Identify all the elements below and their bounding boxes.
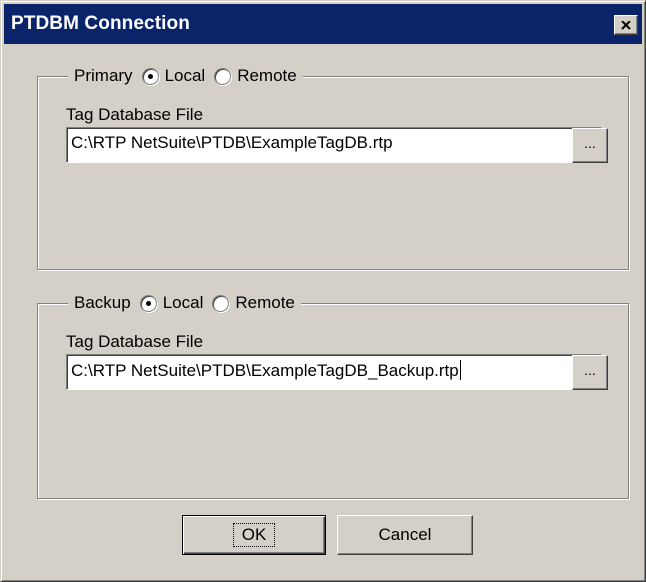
backup-file-input[interactable]: C:\RTP NetSuite\PTDB\ExampleTagDB_Backup…: [66, 354, 602, 390]
backup-browse-button[interactable]: ...: [572, 355, 608, 390]
cancel-button-label: Cancel: [378, 525, 432, 544]
backup-file-label: Tag Database File: [66, 332, 204, 351]
backup-legend: Backup Local Remote: [68, 292, 301, 314]
dialog-window: PTDBM Connection Primary Local Remote Ta…: [0, 0, 646, 582]
ok-button[interactable]: OK: [182, 515, 326, 555]
text-caret: [459, 360, 461, 380]
backup-group: Backup Local Remote Tag Database File C:…: [37, 292, 629, 499]
primary-group: Primary Local Remote Tag Database File C…: [37, 65, 629, 270]
close-x-icon: [621, 20, 631, 30]
primary-file-value: C:\RTP NetSuite\PTDB\ExampleTagDB.rtp: [71, 133, 393, 152]
primary-file-input[interactable]: C:\RTP NetSuite\PTDB\ExampleTagDB.rtp: [66, 127, 602, 163]
primary-remote-radio[interactable]: [214, 67, 232, 85]
primary-remote-label[interactable]: Remote: [237, 66, 297, 86]
backup-file-value: C:\RTP NetSuite\PTDB\ExampleTagDB_Backup…: [71, 361, 459, 380]
backup-remote-label[interactable]: Remote: [235, 293, 295, 313]
close-button[interactable]: [614, 15, 638, 35]
primary-legend-label: Primary: [74, 66, 133, 85]
primary-file-label: Tag Database File: [66, 105, 204, 124]
primary-browse-button[interactable]: ...: [572, 128, 608, 163]
backup-legend-label: Backup: [74, 293, 131, 312]
cancel-button[interactable]: Cancel: [337, 515, 473, 555]
backup-local-radio[interactable]: [139, 294, 157, 312]
primary-local-label[interactable]: Local: [165, 66, 206, 86]
backup-local-label[interactable]: Local: [163, 293, 204, 313]
window-title: PTDBM Connection: [11, 13, 190, 34]
primary-local-radio[interactable]: [141, 67, 159, 85]
title-bar[interactable]: PTDBM Connection: [4, 4, 642, 44]
ok-button-label: OK: [232, 523, 276, 547]
primary-legend: Primary Local Remote: [68, 65, 303, 87]
backup-remote-radio[interactable]: [212, 294, 230, 312]
